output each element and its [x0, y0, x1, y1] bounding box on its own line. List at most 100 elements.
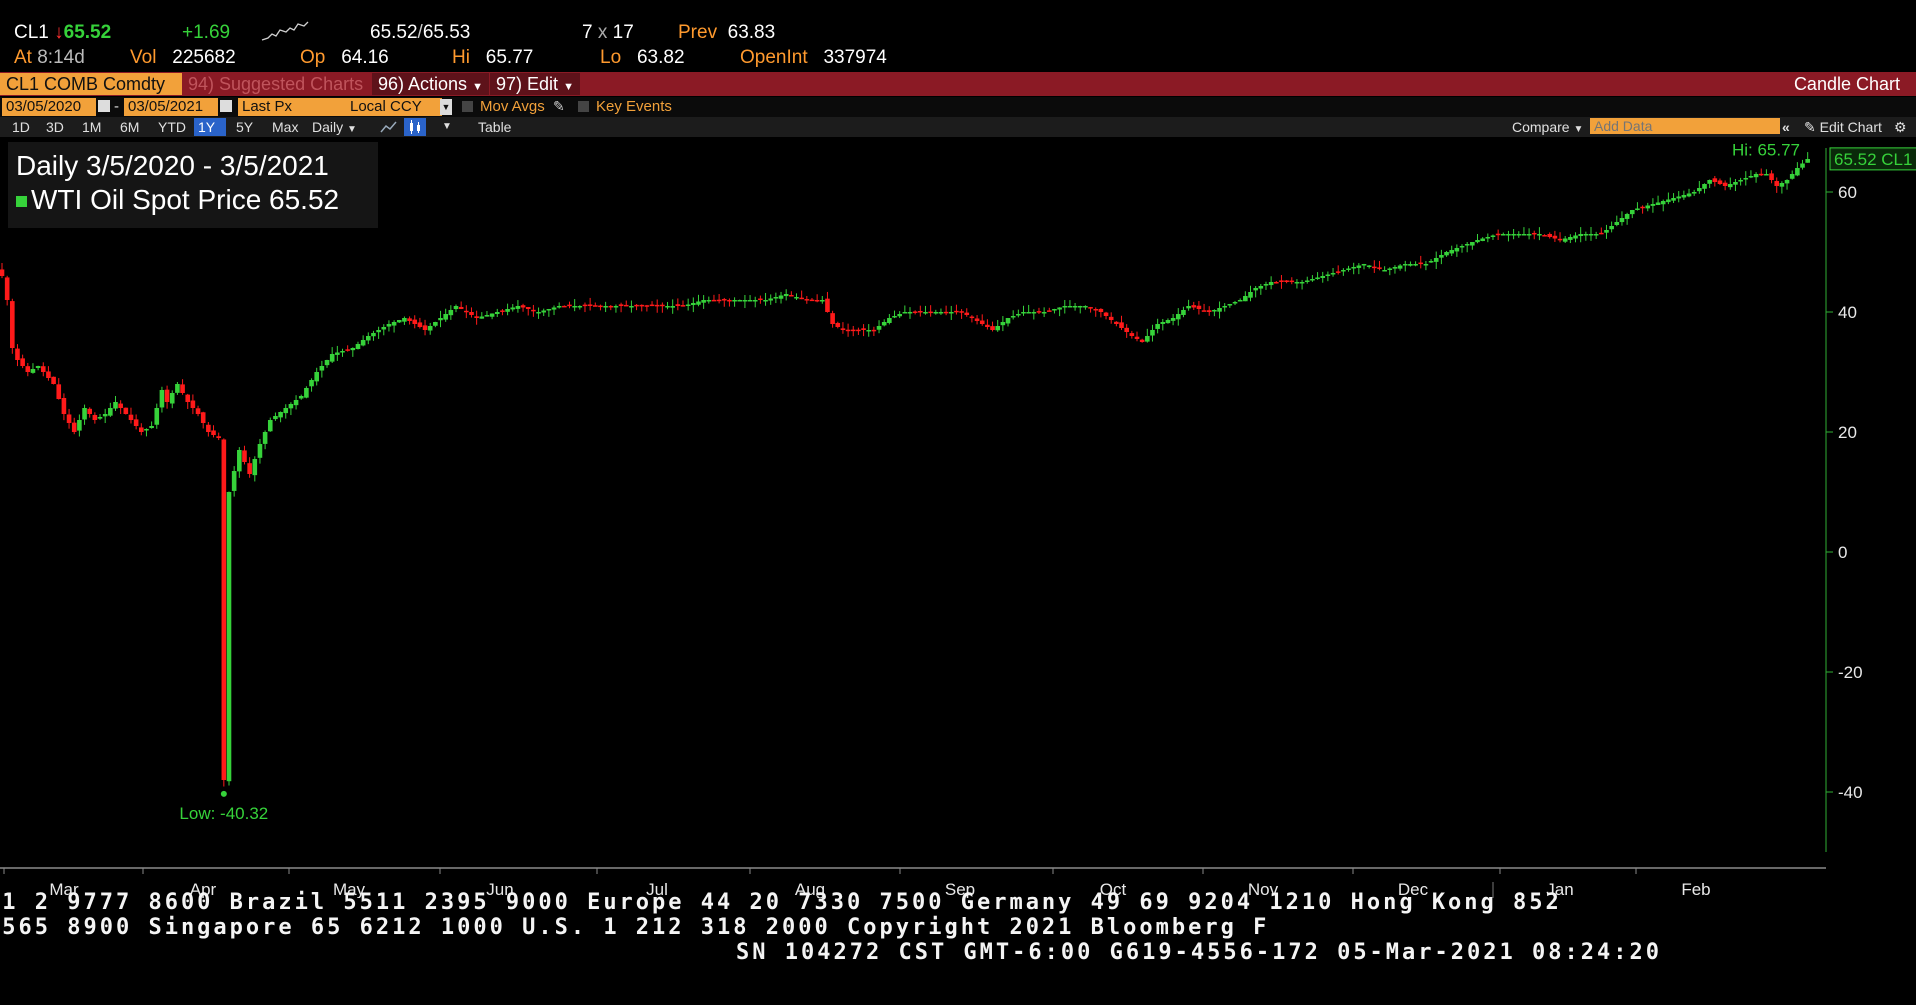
- suggested-charts-button[interactable]: 94) Suggested Charts: [182, 73, 369, 95]
- candle-body: [840, 328, 846, 330]
- candle-body: [0, 269, 5, 276]
- period-6m-button[interactable]: 6M: [116, 118, 143, 136]
- candle-body: [407, 318, 412, 321]
- candle-body: [639, 304, 645, 307]
- candle-body: [711, 299, 717, 302]
- candle: [51, 376, 56, 385]
- candle: [1727, 177, 1733, 190]
- candle-chart-icon[interactable]: [404, 118, 426, 136]
- table-button[interactable]: Table: [474, 118, 515, 136]
- candle: [1010, 310, 1016, 320]
- candle-body: [768, 298, 774, 301]
- chart-style-dropdown[interactable]: ▼: [438, 118, 456, 136]
- candle-body: [1568, 237, 1573, 240]
- candle-body: [1155, 324, 1160, 329]
- candle: [1433, 251, 1439, 270]
- candle-body: [742, 300, 748, 302]
- candle-body: [701, 300, 706, 303]
- candle-body: [1341, 270, 1346, 272]
- period-max-button[interactable]: Max: [268, 118, 302, 136]
- candle-body: [634, 304, 639, 307]
- security-field[interactable]: CL1 COMB Comdty: [0, 73, 182, 95]
- period-1y-button[interactable]: 1Y: [194, 118, 226, 136]
- period-1m-button[interactable]: 1M: [78, 118, 105, 136]
- compare-menu[interactable]: Compare ▼: [1508, 118, 1587, 136]
- candle: [618, 302, 624, 313]
- candle-body: [1191, 305, 1197, 308]
- candle-body: [1619, 218, 1625, 223]
- candle-body: [830, 313, 835, 324]
- candle-body: [1124, 327, 1129, 332]
- field-select[interactable]: Last Px: [238, 98, 346, 116]
- candle: [783, 289, 789, 301]
- candle: [721, 297, 727, 307]
- candle-body: [1093, 309, 1099, 311]
- candle: [1516, 231, 1522, 238]
- period-ytd-button[interactable]: YTD: [154, 118, 190, 136]
- mov-avgs-label[interactable]: Mov Avgs: [480, 98, 545, 115]
- hi-annotation: Hi: 65.77: [1732, 140, 1800, 159]
- footer-contact-line-2: 4565 8900 Singapore 65 6212 1000 U.S. 1 …: [0, 915, 1270, 940]
- candle-body: [871, 329, 877, 332]
- candle: [727, 298, 732, 307]
- collapse-icon[interactable]: «: [1778, 118, 1794, 136]
- candle: [216, 432, 221, 441]
- candle: [1315, 272, 1320, 280]
- key-events-label[interactable]: Key Events: [596, 98, 672, 115]
- candle: [97, 414, 103, 420]
- calendar-icon[interactable]: [98, 100, 110, 112]
- candle: [897, 311, 902, 319]
- candle: [159, 386, 165, 413]
- start-date-input[interactable]: 03/05/2020: [2, 98, 96, 116]
- period-5y-button[interactable]: 5Y: [232, 118, 257, 136]
- candle: [1310, 275, 1315, 282]
- calendar-icon[interactable]: [220, 100, 232, 112]
- candle-body: [25, 366, 31, 372]
- candle: [1655, 195, 1661, 206]
- candle-body: [1046, 310, 1052, 312]
- candle-body: [964, 312, 970, 315]
- period-1d-button[interactable]: 1D: [8, 118, 34, 136]
- candle: [629, 300, 634, 313]
- candle-body: [464, 310, 469, 313]
- candle-body: [267, 420, 273, 432]
- currency-select[interactable]: Local CCY: [346, 98, 442, 116]
- gear-icon[interactable]: ⚙: [1890, 118, 1911, 136]
- candle: [15, 344, 20, 367]
- candle-body: [902, 312, 908, 314]
- candle-body: [721, 299, 727, 301]
- key-events-checkbox[interactable]: [578, 101, 589, 112]
- candle-body: [948, 312, 954, 314]
- candle: [1635, 202, 1640, 211]
- caret-down-icon[interactable]: ▼: [440, 99, 452, 115]
- edit-chart-button[interactable]: ✎ Edit Chart: [1800, 118, 1886, 136]
- actions-menu[interactable]: 96) Actions ▼: [372, 73, 489, 95]
- candle-body: [804, 299, 810, 301]
- candle: [603, 301, 608, 313]
- end-date-input[interactable]: 03/05/2021: [124, 98, 218, 116]
- candle: [500, 309, 505, 316]
- candle: [484, 311, 490, 317]
- candle: [1026, 304, 1031, 314]
- y-tick-label: 0: [1838, 543, 1847, 562]
- edit-menu[interactable]: 97) Edit ▼: [490, 73, 580, 95]
- candle-body: [629, 306, 634, 308]
- candle-body: [1139, 339, 1145, 342]
- add-data-input[interactable]: [1590, 118, 1780, 134]
- candle: [1537, 227, 1542, 241]
- candle-body: [1769, 173, 1774, 180]
- candle-body: [489, 313, 495, 317]
- pencil-icon[interactable]: ✎: [553, 98, 565, 115]
- candle: [133, 414, 139, 430]
- period-3d-button[interactable]: 3D: [42, 118, 68, 136]
- candle: [892, 310, 897, 319]
- line-chart-icon[interactable]: [380, 120, 398, 134]
- candle-body: [1212, 310, 1217, 312]
- candle: [293, 395, 299, 410]
- candle: [716, 294, 722, 304]
- candle: [969, 315, 975, 323]
- frequency-select[interactable]: Daily ▼: [308, 118, 361, 136]
- mov-avgs-checkbox[interactable]: [462, 101, 473, 112]
- candle-chart[interactable]: 6040200-20-4065.52 CL1 Mar Apr May Jun Jul Au…: [0, 138, 1916, 898]
- candle-body: [427, 326, 433, 331]
